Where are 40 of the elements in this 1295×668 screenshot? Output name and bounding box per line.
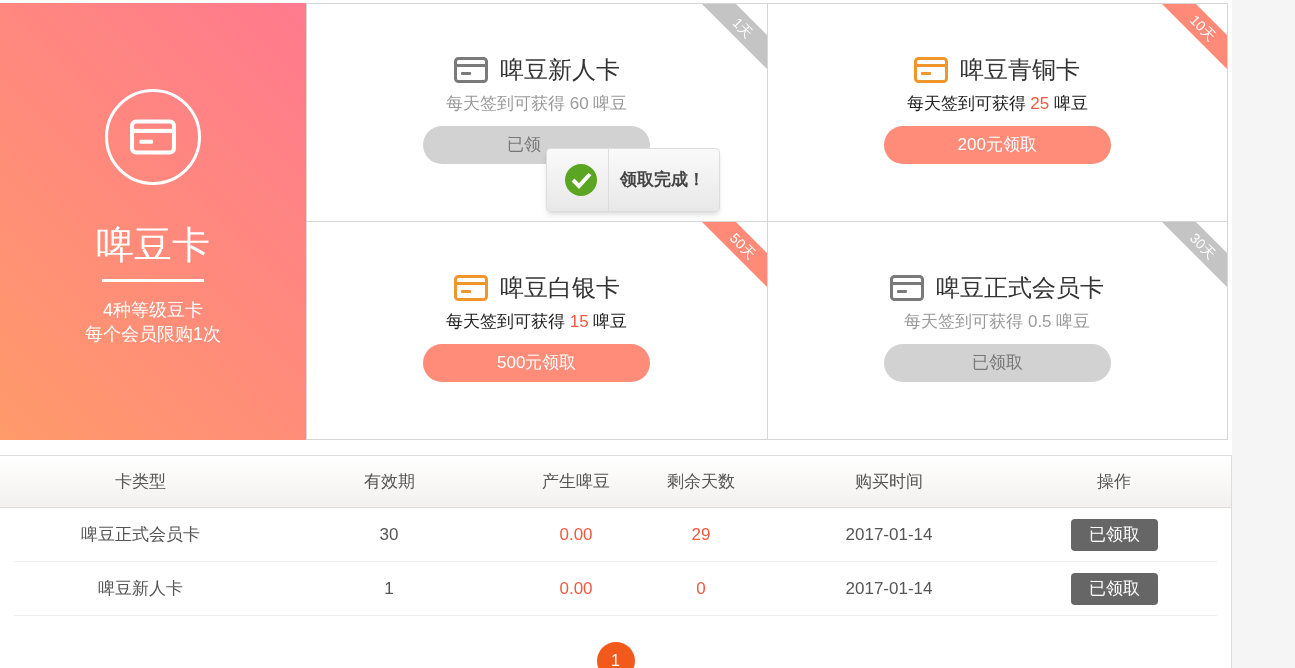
table-cell-text: 30 — [379, 523, 399, 546]
column-header: 有效期 — [363, 470, 415, 493]
table-cell-text: 0.00 — [559, 523, 593, 546]
claim-button[interactable]: 200元领取 — [883, 126, 1111, 164]
toast-message: 领取完成！ — [620, 169, 705, 192]
column-header: 卡类型 — [114, 470, 166, 493]
column-header: 剩余天数 — [667, 470, 735, 493]
column-header: 操作 — [1097, 470, 1131, 493]
hero-subtitle: 每个会员限购1次 — [85, 323, 221, 346]
table-cell-text: 2017-01-14 — [845, 523, 933, 546]
card-description: 每天签到可获得 25 啤豆 — [906, 93, 1088, 115]
claimed-button[interactable]: 已领取 — [883, 344, 1111, 382]
table-cell-text: 0.00 — [559, 577, 593, 600]
card-description: 每天签到可获得 15 啤豆 — [446, 311, 628, 333]
page-button[interactable]: 1 — [596, 642, 635, 668]
card-title: 啤豆新人卡 — [499, 55, 620, 85]
table-cell-text: 0 — [696, 577, 706, 600]
card-title: 啤豆青铜卡 — [960, 55, 1081, 85]
claimed-button[interactable]: 已领取 — [1070, 572, 1158, 605]
table-cell-text: 1 — [384, 577, 394, 600]
card-description: 每天签到可获得 0.5 啤豆 — [904, 311, 1091, 333]
claim-button[interactable]: 500元领取 — [423, 344, 651, 382]
column-header: 产生啤豆 — [542, 470, 610, 493]
corner-ribbon: 50天 — [700, 222, 767, 289]
corner-ribbon: 10天 — [1160, 4, 1227, 71]
card-title: 啤豆白银卡 — [499, 273, 620, 303]
check-icon — [564, 163, 598, 197]
card-title: 啤豆正式会员卡 — [936, 273, 1105, 303]
hero-subtitle: 4种等级豆卡 — [103, 299, 203, 322]
table-cell-text: 啤豆新人卡 — [97, 577, 183, 600]
table-cell-text: 29 — [691, 523, 711, 546]
hero-title: 啤豆卡 — [96, 223, 210, 268]
card-description: 每天签到可获得 60 啤豆 — [446, 93, 628, 115]
table-cell-text: 啤豆正式会员卡 — [80, 523, 200, 546]
corner-ribbon: 30天 — [1160, 222, 1227, 289]
column-header: 购买时间 — [855, 470, 923, 493]
claimed-button[interactable]: 已领取 — [1070, 518, 1158, 551]
corner-ribbon: 1天 — [700, 4, 767, 71]
table-cell-text: 2017-01-14 — [845, 577, 933, 600]
card-icon — [105, 89, 201, 185]
